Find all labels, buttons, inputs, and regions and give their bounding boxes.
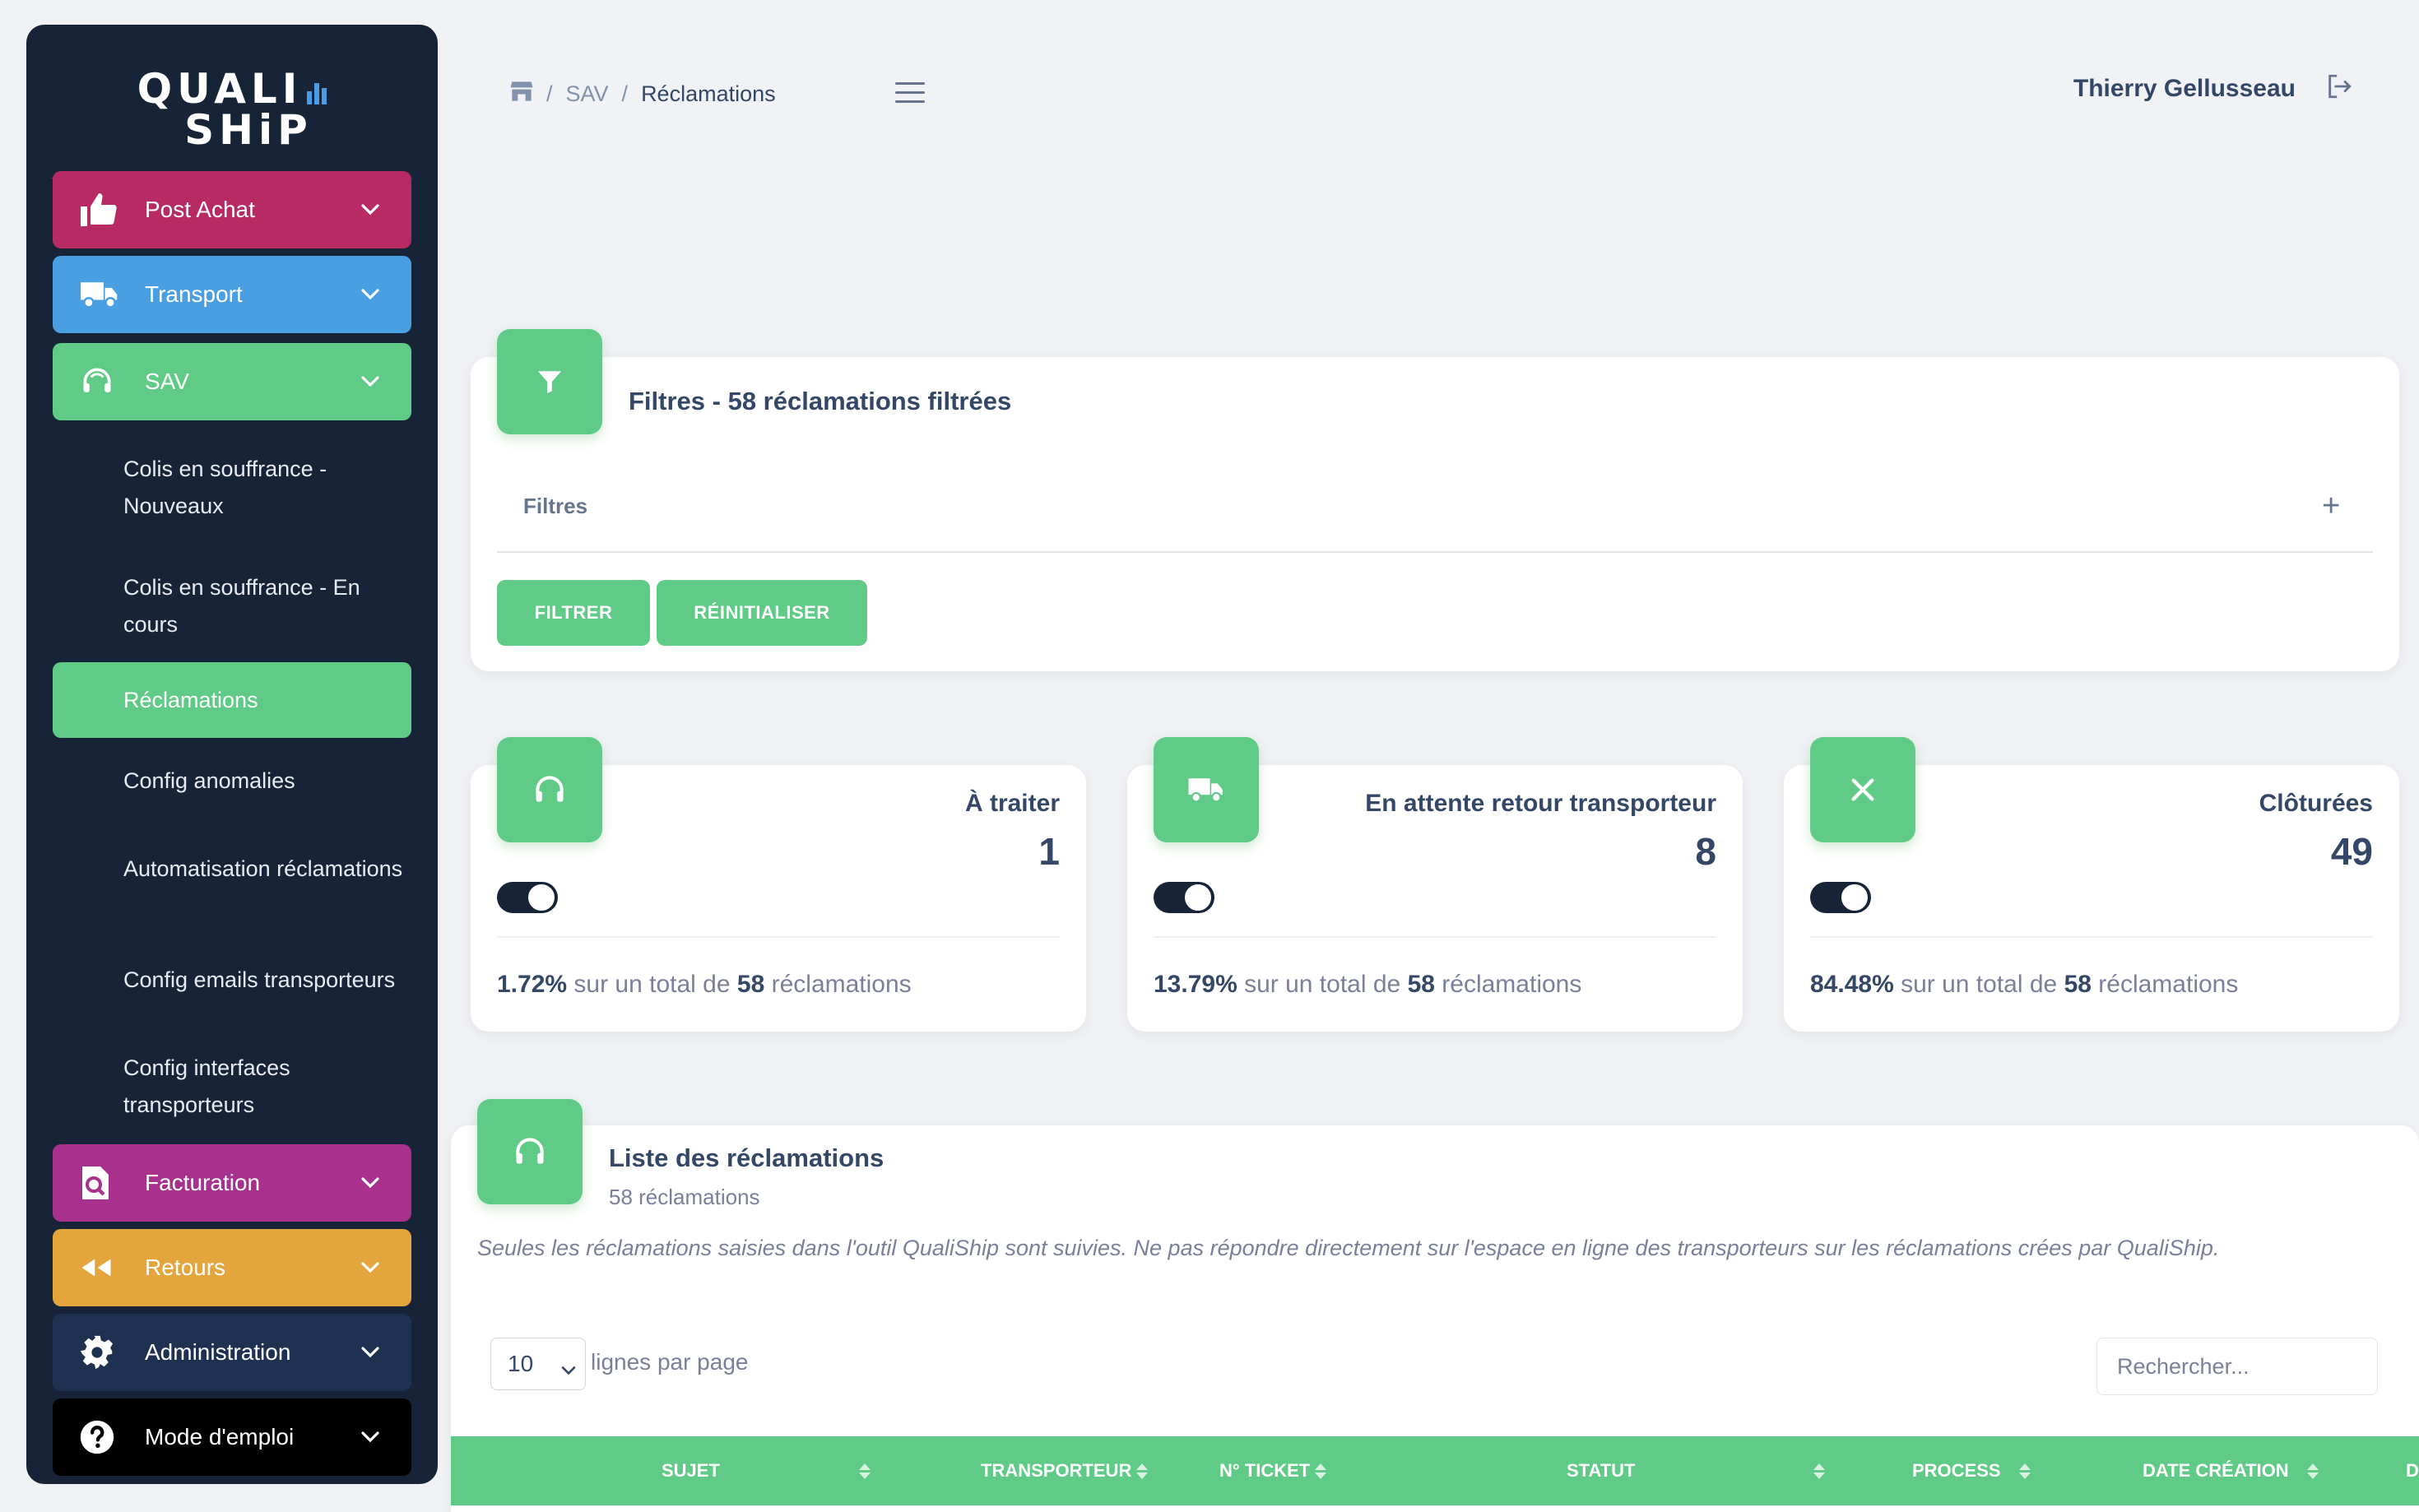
sidebar-item-facturation[interactable]: Facturation: [53, 1144, 411, 1222]
filters-title: Filtres - 58 réclamations filtrées: [629, 387, 1012, 415]
sort-icon: [2019, 1463, 2031, 1479]
column-header-statut[interactable]: STATUT: [1567, 1436, 1832, 1505]
column-header-transporteur[interactable]: TRANSPORTEUR: [981, 1436, 1149, 1505]
column-header-process[interactable]: PROCESS: [1912, 1436, 2031, 1505]
breadcrumb-link-sav[interactable]: SAV: [566, 81, 609, 107]
breadcrumb-current: Réclamations: [641, 81, 776, 106]
sidebar-subitem-config-anomalies[interactable]: Config anomalies: [53, 763, 411, 800]
logo-text-line1: QUALI: [137, 65, 303, 113]
logo-text-line2: SHiP: [184, 106, 313, 154]
stat-value: 49: [2330, 830, 2373, 873]
invoice-search-icon: [79, 1162, 128, 1204]
stat-footer: 1.72% sur un total de 58 réclamations: [497, 971, 912, 998]
filter-button[interactable]: FILTRER: [497, 580, 650, 646]
sidebar-subitem-automatisation[interactable]: Automatisation réclamations: [53, 851, 411, 888]
stat-value: 8: [1695, 830, 1716, 873]
breadcrumb-separator: /: [546, 81, 553, 106]
stat-footer: 13.79% sur un total de 58 réclamations: [1154, 971, 1582, 998]
stat-title: En attente retour transporteur: [1365, 790, 1716, 817]
sidebar-item-label: Administration: [145, 1339, 291, 1365]
chevron-down-icon: [354, 1177, 387, 1189]
store-icon[interactable]: [510, 81, 533, 108]
sidebar-item-label: Retours: [145, 1255, 226, 1280]
chevron-down-icon: [354, 1262, 387, 1273]
sidebar-item-label: Post Achat: [145, 197, 255, 222]
sort-icon: [2307, 1463, 2319, 1479]
stat-footer: 84.48% sur un total de 58 réclamations: [1810, 971, 2239, 998]
filters-accordion-label[interactable]: Filtres: [523, 494, 587, 519]
sort-icon: [859, 1463, 871, 1479]
sidebar-subitem-colis-nouveaux[interactable]: Colis en souffrance - Nouveaux: [53, 451, 411, 525]
divider: [1810, 936, 2373, 938]
column-header-next[interactable]: D: [2406, 1436, 2419, 1505]
sidebar-item-transport[interactable]: Transport: [53, 256, 411, 333]
column-header-date-creation[interactable]: DATE CRÉATION: [2143, 1436, 2319, 1505]
breadcrumb: / SAV / Réclamations: [510, 69, 776, 118]
sidebar-subitem-colis-en-cours[interactable]: Colis en souffrance - En cours: [53, 569, 411, 643]
list-notice: Seules les réclamations saisies dans l'o…: [477, 1236, 2220, 1260]
sidebar-subitem-config-emails[interactable]: Config emails transporteurs: [53, 962, 411, 999]
headset-icon: [477, 1099, 583, 1204]
sidebar-item-retours[interactable]: Retours: [53, 1229, 411, 1306]
chevron-down-icon: [354, 204, 387, 216]
sidebar-item-label: Transport: [145, 281, 243, 307]
sidebar-item-label: Mode d'emploi: [145, 1424, 295, 1449]
stat-title: À traiter: [964, 790, 1060, 817]
column-header-sujet[interactable]: SUJET: [662, 1436, 908, 1505]
sort-icon: [1813, 1463, 1825, 1479]
chevron-down-icon: [354, 289, 387, 300]
menu-toggle-icon[interactable]: [895, 82, 925, 104]
sidebar-item-sav[interactable]: SAV: [53, 343, 411, 420]
sort-icon: [1136, 1463, 1149, 1479]
sidebar-item-label: Facturation: [145, 1170, 261, 1195]
divider: [497, 936, 1060, 938]
sidebar-subitem-reclamations[interactable]: Réclamations: [53, 662, 411, 738]
sidebar-item-administration[interactable]: Administration: [53, 1314, 411, 1391]
sidebar-item-post-achat[interactable]: Post Achat: [53, 171, 411, 248]
close-icon: [1810, 737, 1915, 842]
gear-icon: [79, 1332, 128, 1373]
sidebar-subitem-config-interfaces[interactable]: Config interfaces transporteurs: [53, 1050, 411, 1124]
breadcrumb-separator: /: [621, 81, 629, 106]
divider: [497, 551, 2373, 553]
chevron-down-icon: [354, 376, 387, 387]
filter-icon: [497, 329, 602, 434]
qualiship-logo[interactable]: QUALI SHiP: [26, 48, 438, 171]
column-header-ticket[interactable]: N° TICKET: [1219, 1436, 1327, 1505]
truck-icon: [1154, 737, 1259, 842]
sort-icon: [1315, 1463, 1327, 1479]
question-icon: [79, 1417, 128, 1458]
per-page-select[interactable]: 10: [490, 1338, 586, 1390]
stat-title: Clôturées: [2259, 790, 2373, 817]
stat-value: 1: [1038, 830, 1060, 873]
thumbs-up-icon: [79, 189, 128, 230]
logo-bars-icon: [307, 83, 327, 104]
truck-icon: [79, 274, 128, 315]
rewind-icon: [79, 1247, 128, 1288]
list-count: 58 réclamations: [609, 1185, 760, 1209]
list-title: Liste des réclamations: [609, 1143, 884, 1172]
stat-toggle[interactable]: [1810, 882, 1871, 913]
expand-plus-icon[interactable]: +: [2322, 490, 2340, 522]
headset-icon: [79, 361, 128, 402]
chevron-down-icon: [354, 1347, 387, 1358]
chevron-down-icon: [560, 1355, 577, 1381]
per-page-value: 10: [508, 1351, 534, 1376]
reset-button[interactable]: RÉINITIALISER: [657, 580, 867, 646]
stat-toggle[interactable]: [1154, 882, 1214, 913]
chevron-down-icon: [354, 1431, 387, 1443]
user-area: Thierry Gellusseau: [2073, 72, 2353, 104]
per-page-label: lignes par page: [591, 1349, 749, 1375]
table-header: SUJET TRANSPORTEUR N° TICKET STATUT PROC…: [451, 1436, 2419, 1505]
divider: [1154, 936, 1716, 938]
stat-toggle[interactable]: [497, 882, 558, 913]
sidebar-item-mode-emploi[interactable]: Mode d'emploi: [53, 1398, 411, 1476]
headset-icon: [497, 737, 602, 842]
sidebar: QUALI SHiP Post Achat Transport SAV Coli…: [26, 25, 438, 1484]
logout-icon[interactable]: [2325, 72, 2353, 104]
search-input[interactable]: [2096, 1338, 2378, 1395]
user-name: Thierry Gellusseau: [2073, 74, 2296, 102]
sidebar-item-label: SAV: [145, 369, 189, 394]
